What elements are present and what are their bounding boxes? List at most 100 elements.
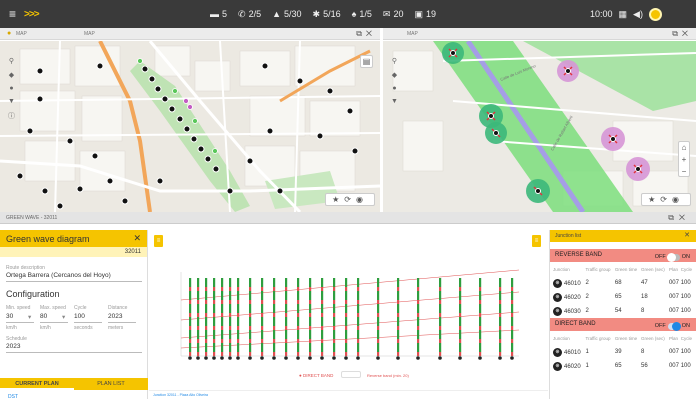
max-speed-stepper-icon[interactable]: ▾ (62, 313, 65, 321)
stat-gear[interactable]: ✱ 5/16 (313, 9, 341, 20)
green-phase (237, 291, 240, 300)
cycle-input[interactable]: 100 (74, 313, 85, 320)
right-map-bottom-tools[interactable]: ★⟳◉ (641, 193, 691, 206)
left-map-tab2[interactable]: MAP (84, 31, 95, 37)
filter-icon[interactable]: ▼ (391, 98, 398, 105)
red-phase (297, 326, 300, 330)
junction-cell: 1 (586, 359, 615, 373)
junction-row[interactable]: ⊕ 46010 2 68 47 007 100 (553, 276, 694, 290)
junction-marker[interactable] (478, 356, 482, 360)
junction-marker[interactable] (308, 356, 312, 360)
stat-warning[interactable]: ▲ 5/30 (272, 9, 301, 19)
right-map[interactable]: Calle de Luis Moreno Calle de Rafael Alb… (383, 41, 696, 212)
close-icon[interactable]: ✕ (684, 230, 690, 242)
user-avatar[interactable] (648, 7, 662, 21)
red-phase (321, 339, 324, 343)
tab-plan-list[interactable]: PLAN LIST (74, 378, 148, 390)
green-phase (205, 317, 208, 326)
green-phase (221, 330, 224, 339)
menu-icon[interactable]: ≡ (9, 7, 16, 21)
junction-marker[interactable] (284, 356, 288, 360)
layers-icon[interactable]: ◆ (9, 71, 14, 79)
left-map-tab1[interactable]: MAP (16, 31, 27, 37)
junction-marker[interactable] (356, 356, 360, 360)
panel-window-controls[interactable]: ⧉✕ (672, 29, 692, 39)
right-map-canvas[interactable]: Calle de Luis Moreno Calle de Rafael Alb… (383, 41, 696, 212)
min-speed-stepper-icon[interactable]: ▾ (28, 313, 31, 321)
red-phase (333, 326, 336, 330)
junction-marker[interactable] (498, 356, 502, 360)
left-map-canvas[interactable] (0, 41, 380, 212)
junction-row[interactable]: ⊕ 46020 2 65 18 007 100 (553, 290, 694, 304)
stat-bell[interactable]: ♠ 1/5 (352, 9, 372, 19)
panel-window-controls[interactable]: ⧉✕ (668, 213, 690, 223)
direct-band-toggle[interactable]: OFF ON (655, 320, 690, 333)
junction-marker[interactable] (416, 356, 420, 360)
left-map-bottom-tools[interactable]: ★⟳◉ (325, 193, 375, 206)
junction-marker[interactable] (332, 356, 336, 360)
route-input[interactable]: Ortega Barrera (Cercanos del Hoyo) (6, 272, 111, 279)
junction-marker[interactable] (438, 356, 442, 360)
stat-phone[interactable]: ✆ 2/5 (238, 9, 261, 20)
search-icon[interactable]: ⚲ (9, 57, 14, 65)
red-phase (357, 313, 360, 317)
plan-item[interactable]: DST (8, 394, 18, 400)
green-phase (439, 343, 442, 352)
green-phase (333, 330, 336, 339)
junction-marker[interactable] (272, 356, 276, 360)
junction-marker[interactable] (248, 356, 252, 360)
search-icon[interactable]: ⚲ (392, 57, 397, 65)
junction-marker[interactable] (228, 356, 232, 360)
junction-marker[interactable] (510, 356, 514, 360)
junction-marker[interactable] (236, 356, 240, 360)
green-phase (229, 304, 232, 313)
junction-row[interactable]: ⊕ 46020 1 65 56 007 100 (553, 359, 694, 373)
direct-switch[interactable] (667, 322, 681, 331)
green-phase (377, 278, 380, 287)
junction-row[interactable]: ⊕ 46030 2 54 8 007 100 (553, 304, 694, 318)
signal-column (296, 278, 300, 360)
red-phase (499, 300, 502, 304)
junction-marker[interactable] (344, 356, 348, 360)
distance-input[interactable]: 2023 (108, 313, 122, 320)
right-map-zoom-controls[interactable]: ⌂ + − (678, 141, 690, 177)
junction-marker[interactable] (204, 356, 208, 360)
junction-marker[interactable] (212, 356, 216, 360)
info-icon[interactable]: ⓘ (8, 111, 15, 121)
close-icon[interactable]: ✕ (133, 233, 141, 244)
max-speed-input[interactable]: 80 (40, 313, 47, 320)
stat-calendar[interactable]: ▣ 19 (414, 9, 436, 20)
legend-toggle[interactable] (341, 371, 361, 378)
stat-mail[interactable]: ✉ 20 (383, 9, 404, 20)
reverse-band-toggle[interactable]: OFF ON (655, 251, 690, 264)
signal-column (416, 278, 420, 360)
left-map[interactable]: ⚲ ◆ ● ▼ ⓘ ▤ ★⟳◉ (0, 41, 380, 212)
left-map-settings-button[interactable]: ▤ (360, 55, 373, 68)
junction-marker[interactable] (296, 356, 300, 360)
tab-current-plan[interactable]: CURRENT PLAN (0, 378, 74, 390)
junction-row[interactable]: ⊕ 46010 1 39 8 007 100 (553, 345, 694, 359)
stat-monitor[interactable]: ▬ 5 (210, 9, 227, 19)
red-phase (479, 339, 482, 343)
location-icon[interactable]: ● (392, 85, 396, 92)
location-icon[interactable]: ● (9, 85, 13, 92)
red-phase (439, 352, 442, 356)
junction-marker[interactable] (376, 356, 380, 360)
green-phase (197, 304, 200, 313)
filter-icon[interactable]: ▼ (8, 98, 15, 105)
junction-marker[interactable] (458, 356, 462, 360)
junction-marker[interactable] (188, 356, 192, 360)
junction-marker[interactable] (396, 356, 400, 360)
panel-window-controls[interactable]: ⧉✕ (356, 29, 376, 39)
junction-marker[interactable] (220, 356, 224, 360)
junction-marker[interactable] (260, 356, 264, 360)
volume-icon[interactable]: ◀) (633, 9, 643, 20)
right-map-tab1[interactable]: MAP (407, 31, 418, 37)
schedule-input[interactable]: 2023 (6, 343, 20, 350)
keyboard-icon[interactable]: ▦ (619, 9, 628, 20)
junction-marker[interactable] (320, 356, 324, 360)
layers-icon[interactable]: ◆ (392, 71, 397, 79)
min-speed-input[interactable]: 30 (6, 313, 13, 320)
reverse-switch[interactable] (666, 253, 680, 262)
junction-marker[interactable] (196, 356, 200, 360)
